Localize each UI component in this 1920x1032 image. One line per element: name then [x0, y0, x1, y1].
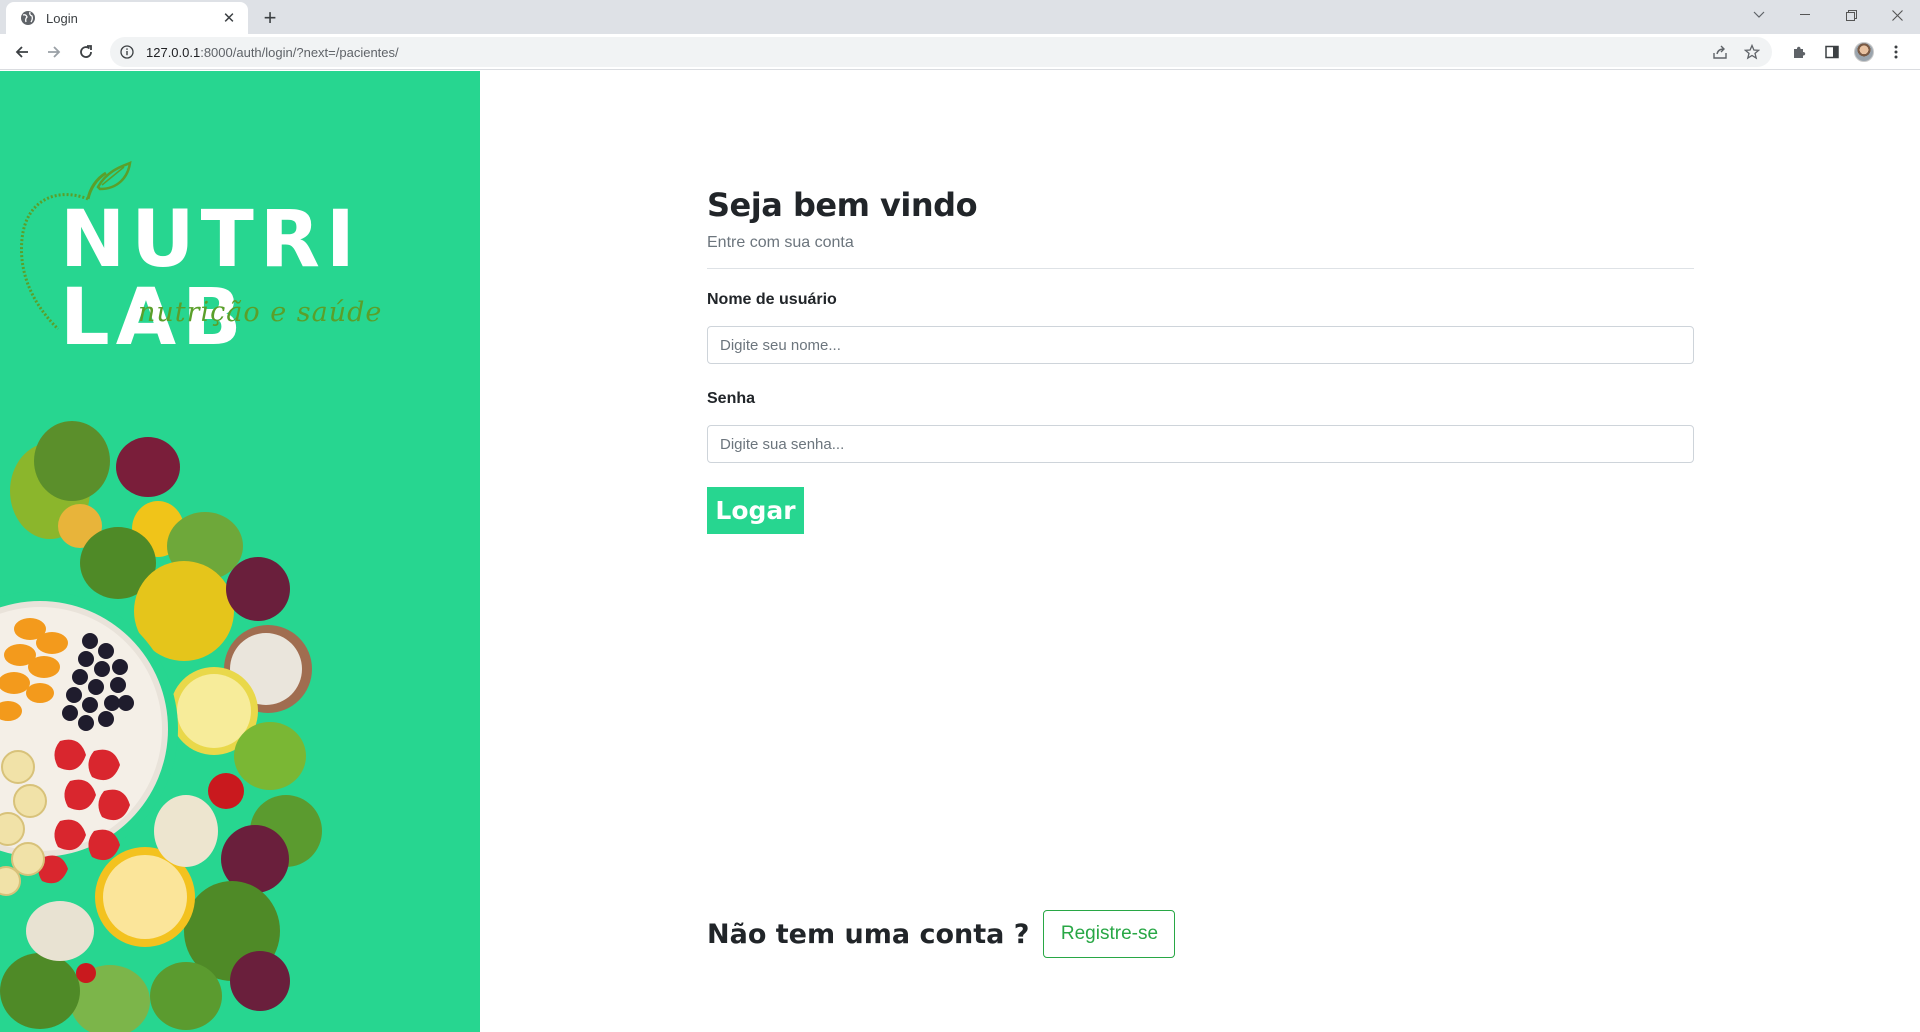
window-close-icon[interactable] — [1874, 0, 1920, 30]
username-input[interactable] — [707, 326, 1694, 364]
reload-icon[interactable] — [70, 36, 102, 68]
brand-tagline: nutrição e saúde — [138, 297, 383, 328]
minimize-icon[interactable] — [1782, 0, 1828, 30]
back-icon[interactable] — [6, 36, 38, 68]
profile-avatar[interactable] — [1850, 38, 1878, 66]
toolbar-actions — [1786, 36, 1920, 68]
register-question: Não tem uma conta ? — [707, 918, 1030, 950]
tab-title: Login — [46, 10, 78, 26]
login-button[interactable]: Logar — [707, 487, 804, 534]
restore-icon[interactable] — [1828, 0, 1874, 30]
divider — [707, 268, 1694, 269]
page-subtitle: Entre com sua conta — [707, 234, 854, 251]
browser-tab-bar: Login ✕ + — [0, 0, 1920, 34]
url-text[interactable]: 127.0.0.1:8000/auth/login/?next=/pacient… — [146, 45, 1708, 60]
plus-icon[interactable]: + — [258, 5, 282, 30]
avatar — [1854, 42, 1874, 62]
star-icon[interactable] — [1740, 40, 1764, 64]
share-icon[interactable] — [1708, 40, 1732, 64]
sidepanel-icon[interactable] — [1818, 38, 1846, 66]
register-row: Não tem uma conta ? Registre-se — [707, 910, 1176, 958]
login-panel: Seja bem vindo Entre com sua conta Nome … — [480, 71, 1920, 1032]
chevron-down-icon[interactable] — [1736, 0, 1782, 30]
page: NUTRI LAB nutrição e saúde Seja bem vind… — [0, 71, 1920, 1032]
fruits-image — [0, 421, 322, 1032]
username-label: Nome de usuário — [707, 291, 837, 308]
menu-icon[interactable] — [1882, 38, 1910, 66]
close-icon[interactable]: ✕ — [220, 9, 238, 27]
address-bar[interactable]: 127.0.0.1:8000/auth/login/?next=/pacient… — [110, 37, 1772, 67]
password-input[interactable] — [707, 425, 1694, 463]
password-label: Senha — [707, 390, 756, 407]
url-path: :8000/auth/login/?next=/pacientes/ — [200, 44, 399, 60]
forward-icon[interactable] — [38, 36, 70, 68]
brand-panel: NUTRI LAB nutrição e saúde — [0, 71, 480, 1032]
extensions-icon[interactable] — [1786, 38, 1814, 66]
window-controls — [1736, 0, 1920, 30]
browser-tab[interactable]: Login ✕ — [6, 2, 248, 34]
browser-toolbar: 127.0.0.1:8000/auth/login/?next=/pacient… — [0, 34, 1920, 70]
globe-icon — [20, 10, 36, 26]
info-icon[interactable] — [118, 43, 136, 61]
register-button[interactable]: Registre-se — [1043, 910, 1176, 958]
login-form: Seja bem vindo Entre com sua conta Nome … — [707, 186, 1694, 534]
brand-name: NUTRI LAB — [60, 195, 361, 363]
url-host: 127.0.0.1 — [146, 44, 201, 60]
page-title: Seja bem vindo — [707, 186, 978, 224]
